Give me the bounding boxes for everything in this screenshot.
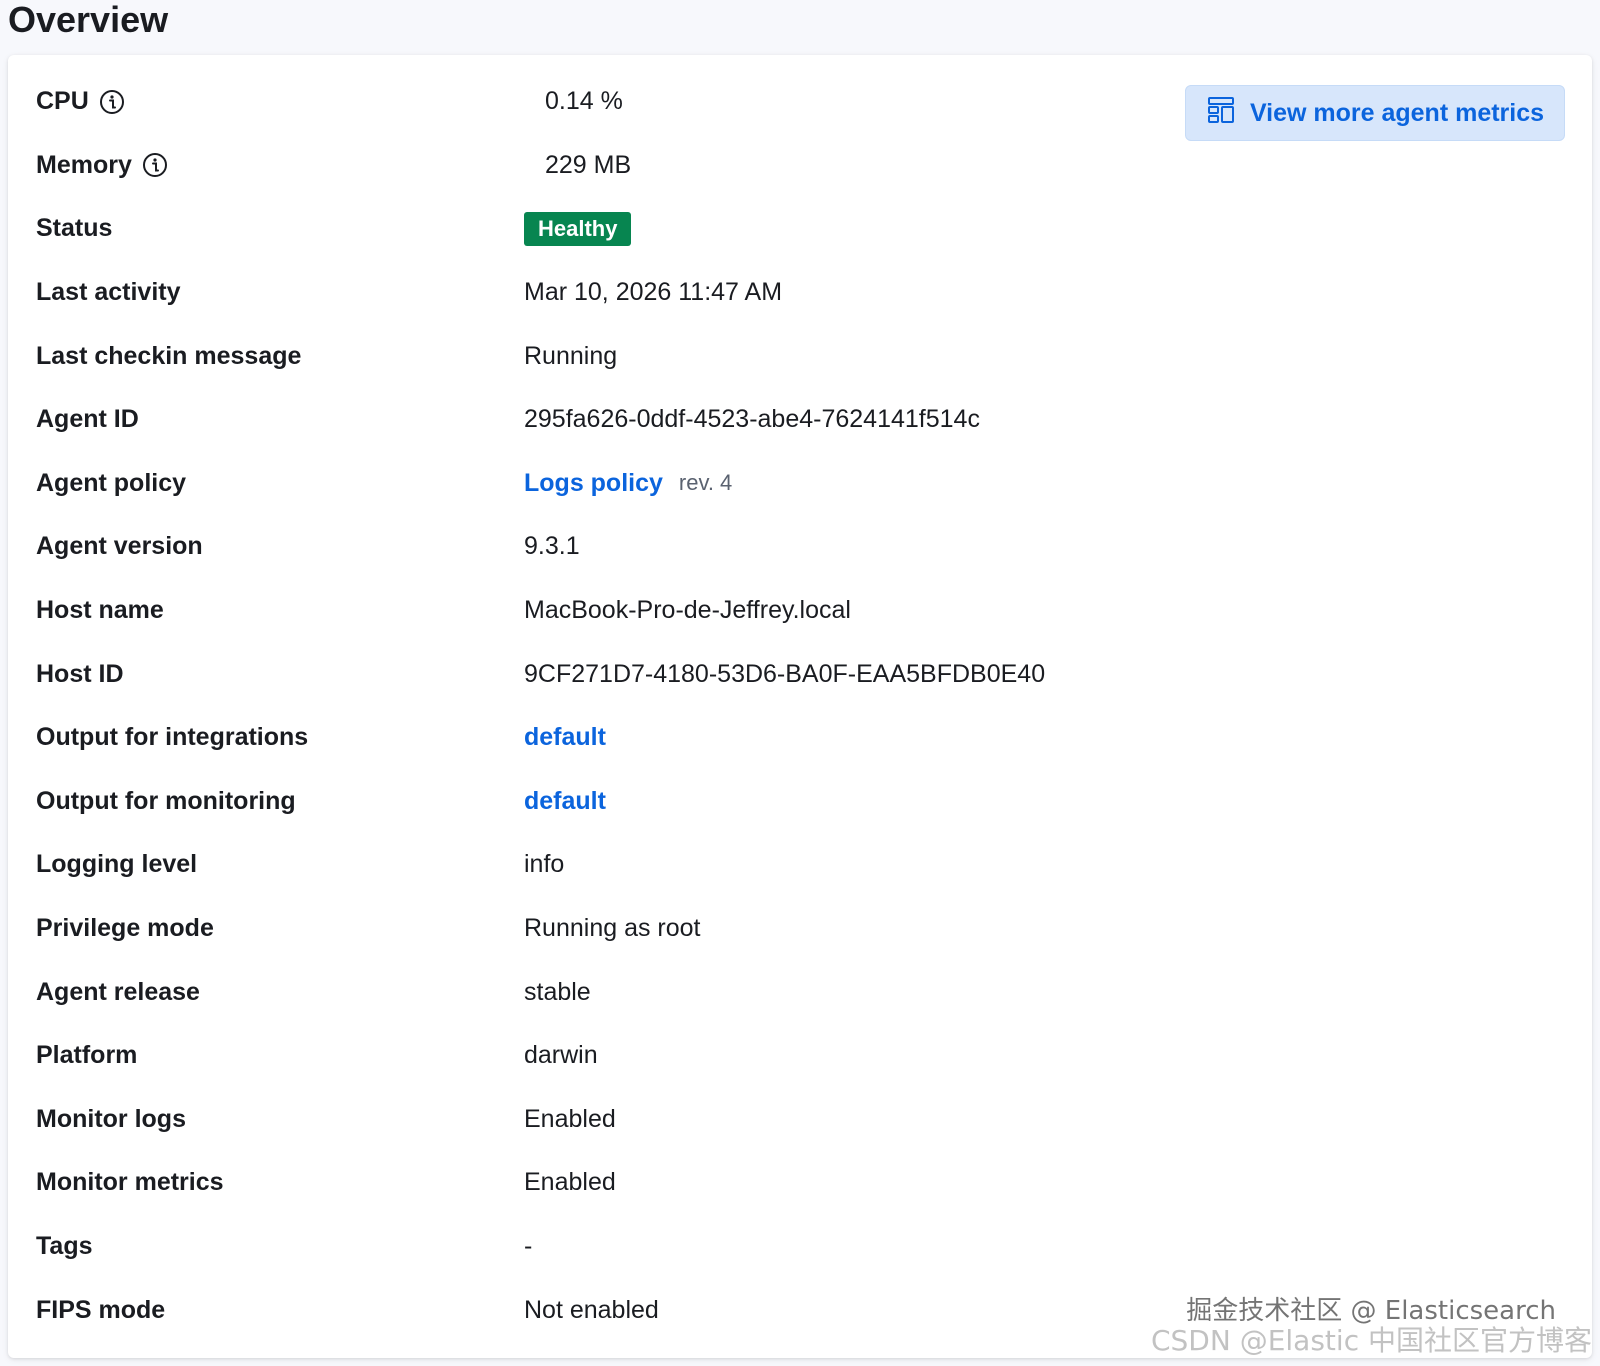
detail-row-cpu: CPU 0.14 % xyxy=(0,70,1600,134)
detail-value-fips-mode: Not enabled xyxy=(524,1295,659,1324)
detail-value-status: Healthy xyxy=(524,211,632,246)
detail-row-logging-level: Logging level info xyxy=(0,833,1600,897)
detail-label-host-name: Host name xyxy=(36,596,164,625)
detail-row-fips-mode: FIPS mode Not enabled xyxy=(0,1278,1600,1342)
status-badge: Healthy xyxy=(524,211,632,246)
detail-row-platform: Platform darwin xyxy=(0,1024,1600,1088)
detail-label-last-checkin-message: Last checkin message xyxy=(36,341,302,370)
detail-value-agent-policy: Logs policy rev. 4 xyxy=(524,469,732,498)
detail-label-cpu: CPU xyxy=(36,87,125,116)
detail-row-output-monitoring: Output for monitoring default xyxy=(0,770,1600,834)
page-title: Overview xyxy=(8,0,169,40)
detail-value-cpu: 0.14 % xyxy=(545,87,623,116)
detail-row-memory: Memory 229 MB xyxy=(0,134,1600,198)
detail-value-last-checkin-message: Running xyxy=(524,341,618,370)
detail-label-agent-policy: Agent policy xyxy=(36,468,187,497)
detail-value-output-integrations: default xyxy=(524,723,606,752)
details-list: CPU 0.14 % Memory 229 MB Status Healthy … xyxy=(0,70,1600,1342)
detail-value-agent-id: 295fa626-0ddf-4523-abe4-7624141f514c xyxy=(524,405,980,434)
detail-label-privilege-mode: Privilege mode xyxy=(36,914,214,943)
detail-value-agent-version: 9.3.1 xyxy=(524,532,580,561)
detail-row-agent-version: Agent version 9.3.1 xyxy=(0,515,1600,579)
policy-revision: rev. 4 xyxy=(678,470,733,496)
detail-label-platform: Platform xyxy=(36,1041,138,1070)
detail-row-agent-release: Agent release stable xyxy=(0,960,1600,1024)
detail-value-host-id: 9CF271D7-4180-53D6-BA0F-EAA5BFDB0E40 xyxy=(524,659,1046,688)
detail-value-memory: 229 MB xyxy=(545,150,632,179)
detail-label-agent-version: Agent version xyxy=(36,532,203,561)
detail-row-monitor-logs: Monitor logs Enabled xyxy=(0,1088,1600,1152)
detail-row-last-activity: Last activity Mar 10, 2026 11:47 AM xyxy=(0,261,1600,325)
detail-value-last-activity: Mar 10, 2026 11:47 AM xyxy=(524,278,783,307)
detail-row-host-id: Host ID 9CF271D7-4180-53D6-BA0F-EAA5BFDB… xyxy=(0,642,1600,706)
detail-label-status: Status xyxy=(36,214,113,243)
detail-label-monitor-metrics: Monitor metrics xyxy=(36,1168,224,1197)
detail-value-tags: - xyxy=(524,1231,533,1260)
detail-label-monitor-logs: Monitor logs xyxy=(36,1104,186,1133)
detail-label-output-monitoring: Output for monitoring xyxy=(36,786,296,815)
detail-value-logging-level: info xyxy=(524,850,565,879)
detail-value-privilege-mode: Running as root xyxy=(524,914,701,943)
info-icon[interactable] xyxy=(142,152,168,178)
detail-row-agent-policy: Agent policy Logs policy rev. 4 xyxy=(0,452,1600,516)
detail-label-logging-level: Logging level xyxy=(36,850,198,879)
detail-label-memory: Memory xyxy=(36,151,168,180)
memory-label-text: Memory xyxy=(36,150,132,179)
detail-row-status: Status Healthy xyxy=(0,197,1600,261)
output-integrations-link[interactable]: default xyxy=(524,723,606,752)
detail-label-agent-id: Agent ID xyxy=(36,405,139,434)
detail-row-privilege-mode: Privilege mode Running as root xyxy=(0,897,1600,961)
overview-page: Overview View more agent metrics CPU 0.1… xyxy=(0,0,1600,1366)
agent-policy-link[interactable]: Logs policy xyxy=(524,469,663,498)
detail-row-output-integrations: Output for integrations default xyxy=(0,706,1600,770)
detail-value-host-name: MacBook-Pro-de-Jeffrey.local xyxy=(524,596,851,625)
detail-value-monitor-metrics: Enabled xyxy=(524,1168,616,1197)
detail-label-host-id: Host ID xyxy=(36,659,124,688)
detail-value-agent-release: stable xyxy=(524,977,591,1006)
output-monitoring-link[interactable]: default xyxy=(524,787,606,816)
detail-value-monitor-logs: Enabled xyxy=(524,1104,616,1133)
cpu-label-text: CPU xyxy=(36,87,89,116)
detail-label-output-integrations: Output for integrations xyxy=(36,723,309,752)
detail-row-last-checkin-message: Last checkin message Running xyxy=(0,324,1600,388)
detail-label-tags: Tags xyxy=(36,1231,93,1260)
detail-value-platform: darwin xyxy=(524,1041,598,1070)
detail-row-host-name: Host name MacBook-Pro-de-Jeffrey.local xyxy=(0,579,1600,643)
detail-row-tags: Tags - xyxy=(0,1215,1600,1279)
detail-label-fips-mode: FIPS mode xyxy=(36,1295,166,1324)
detail-row-agent-id: Agent ID 295fa626-0ddf-4523-abe4-7624141… xyxy=(0,388,1600,452)
info-icon[interactable] xyxy=(99,89,125,115)
detail-row-monitor-metrics: Monitor metrics Enabled xyxy=(0,1151,1600,1215)
detail-label-last-activity: Last activity xyxy=(36,278,181,307)
detail-value-output-monitoring: default xyxy=(524,787,606,816)
detail-label-agent-release: Agent release xyxy=(36,977,200,1006)
